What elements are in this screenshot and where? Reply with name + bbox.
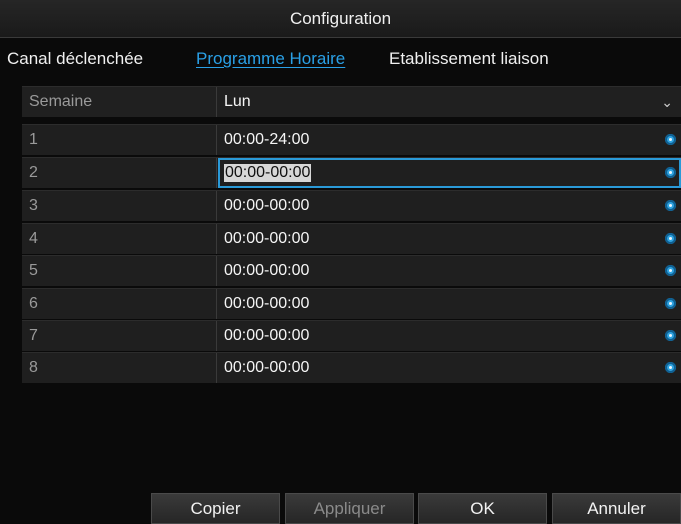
schedule-row: 8 00:00-00:00	[22, 352, 681, 383]
clock-icon[interactable]	[665, 362, 676, 373]
clock-icon[interactable]	[665, 200, 676, 211]
time-range-field[interactable]: 00:00-00:00	[218, 224, 681, 254]
time-range-value: 00:00-00:00	[224, 262, 310, 279]
schedule-row: 2 00:00-00:00	[22, 157, 681, 188]
schedule-row: 3 00:00-00:00	[22, 190, 681, 221]
tab-etablissement-liaison[interactable]: Etablissement liaison	[389, 49, 549, 69]
week-label: Semaine	[22, 87, 217, 117]
schedule-row: 6 00:00-00:00	[22, 288, 681, 319]
time-range-value: 00:00-24:00	[224, 131, 310, 148]
clock-icon[interactable]	[665, 265, 676, 276]
clock-icon[interactable]	[665, 298, 676, 309]
time-range-value: 00:00-00:00	[224, 164, 312, 182]
time-range-field[interactable]: 00:00-00:00	[218, 321, 681, 351]
configuration-window: Configuration Canal déclenchée Programme…	[0, 0, 681, 524]
title-bar: Configuration	[0, 0, 681, 38]
time-range-field[interactable]: 00:00-00:00	[218, 158, 681, 188]
row-index: 3	[22, 191, 217, 221]
row-index: 5	[22, 256, 217, 286]
row-index: 7	[22, 321, 217, 351]
time-range-value: 00:00-00:00	[224, 359, 310, 376]
footer-buttons: Copier Appliquer OK Annuler	[0, 493, 681, 524]
chevron-down-icon: ⌄	[661, 94, 673, 110]
clock-icon[interactable]	[665, 134, 676, 145]
schedule-row: 4 00:00-00:00	[22, 223, 681, 254]
row-index: 4	[22, 224, 217, 254]
time-range-value: 00:00-00:00	[224, 295, 310, 312]
time-range-value: 00:00-00:00	[224, 327, 310, 344]
time-range-field[interactable]: 00:00-00:00	[218, 191, 681, 221]
time-range-value: 00:00-00:00	[224, 230, 310, 247]
clock-icon[interactable]	[665, 330, 676, 341]
week-value: Lun	[224, 93, 251, 110]
copy-button[interactable]: Copier	[151, 493, 280, 524]
ok-button[interactable]: OK	[418, 493, 547, 524]
cancel-button[interactable]: Annuler	[552, 493, 681, 524]
apply-button[interactable]: Appliquer	[285, 493, 414, 524]
schedule-row: 7 00:00-00:00	[22, 320, 681, 351]
schedule-row: 1 00:00-24:00	[22, 124, 681, 155]
tab-programme-horaire[interactable]: Programme Horaire	[196, 49, 345, 69]
week-selector-row: Semaine Lun ⌄	[22, 86, 681, 117]
week-dropdown[interactable]: Lun ⌄	[218, 87, 681, 117]
row-index: 8	[22, 353, 217, 383]
tab-bar: Canal déclenchée Programme Horaire Etabl…	[0, 44, 681, 74]
time-range-field[interactable]: 00:00-00:00	[218, 289, 681, 319]
row-index: 1	[22, 125, 217, 155]
clock-icon[interactable]	[665, 167, 676, 178]
window-title: Configuration	[289, 8, 392, 28]
row-index: 2	[22, 158, 217, 188]
time-range-field[interactable]: 00:00-00:00	[218, 256, 681, 286]
row-index: 6	[22, 289, 217, 319]
tab-canal-declenchee[interactable]: Canal déclenchée	[7, 49, 143, 69]
clock-icon[interactable]	[665, 233, 676, 244]
time-range-field[interactable]: 00:00-24:00	[218, 125, 681, 155]
schedule-row: 5 00:00-00:00	[22, 255, 681, 286]
time-range-value: 00:00-00:00	[224, 197, 310, 214]
time-range-field[interactable]: 00:00-00:00	[218, 353, 681, 383]
